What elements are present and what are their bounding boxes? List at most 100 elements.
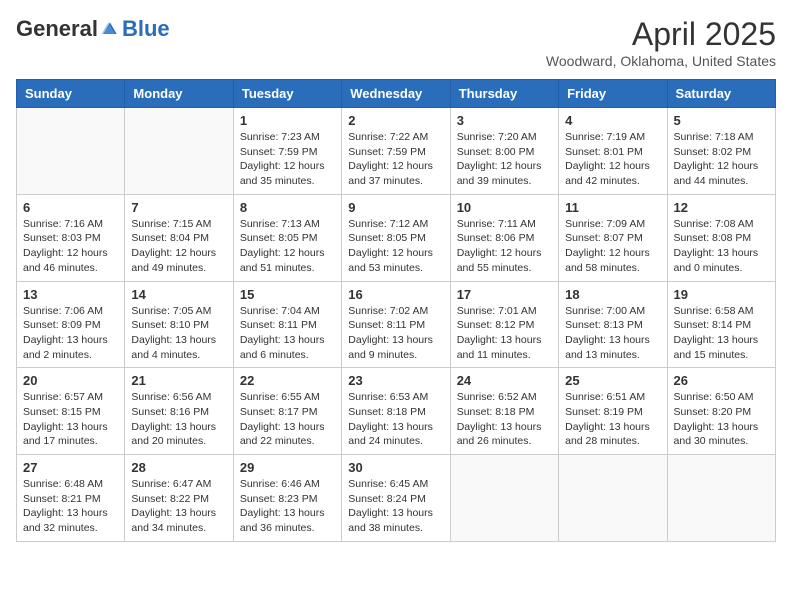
day-number: 18	[565, 287, 660, 302]
day-info: Sunrise: 7:00 AM Sunset: 8:13 PM Dayligh…	[565, 304, 660, 363]
col-header-tuesday: Tuesday	[233, 80, 341, 108]
calendar-cell: 8 Sunrise: 7:13 AM Sunset: 8:05 PM Daylig…	[233, 194, 341, 281]
calendar-cell: 25 Sunrise: 6:51 AM Sunset: 8:19 PM Dayli…	[559, 368, 667, 455]
calendar-week-row: 1 Sunrise: 7:23 AM Sunset: 7:59 PM Daylig…	[17, 108, 776, 195]
calendar-week-row: 27Sunrise: 6:48 AM Sunset: 8:21 PM Dayli…	[17, 455, 776, 542]
col-header-monday: Monday	[125, 80, 233, 108]
calendar-cell: 14Sunrise: 7:05 AM Sunset: 8:10 PM Dayli…	[125, 281, 233, 368]
day-info: Sunrise: 7:05 AM Sunset: 8:10 PM Dayligh…	[131, 304, 226, 363]
calendar: SundayMondayTuesdayWednesdayThursdayFrid…	[16, 79, 776, 542]
calendar-cell: 28Sunrise: 6:47 AM Sunset: 8:22 PM Dayli…	[125, 455, 233, 542]
day-info: Sunrise: 6:47 AM Sunset: 8:22 PM Dayligh…	[131, 477, 226, 536]
calendar-cell: 3 Sunrise: 7:20 AM Sunset: 8:00 PM Daylig…	[450, 108, 558, 195]
calendar-cell: 21 Sunrise: 6:56 AM Sunset: 8:16 PM Dayli…	[125, 368, 233, 455]
day-number: 16	[348, 287, 443, 302]
calendar-cell: 10 Sunrise: 7:11 AM Sunset: 8:06 PM Dayli…	[450, 194, 558, 281]
calendar-cell: 17Sunrise: 7:01 AM Sunset: 8:12 PM Dayli…	[450, 281, 558, 368]
day-number: 13	[23, 287, 118, 302]
day-info: Sunrise: 6:53 AM Sunset: 8:18 PM Dayligh…	[348, 390, 443, 449]
day-number: 20	[23, 373, 118, 388]
day-info: Sunrise: 6:55 AM Sunset: 8:17 PM Dayligh…	[240, 390, 335, 449]
col-header-friday: Friday	[559, 80, 667, 108]
calendar-header-row: SundayMondayTuesdayWednesdayThursdayFrid…	[17, 80, 776, 108]
calendar-cell: 27Sunrise: 6:48 AM Sunset: 8:21 PM Dayli…	[17, 455, 125, 542]
day-info: Sunrise: 6:56 AM Sunset: 8:16 PM Dayligh…	[131, 390, 226, 449]
calendar-week-row: 20 Sunrise: 6:57 AM Sunset: 8:15 PM Dayli…	[17, 368, 776, 455]
day-number: 7	[131, 200, 226, 215]
day-info: Sunrise: 7:16 AM Sunset: 8:03 PM Dayligh…	[23, 217, 118, 276]
logo-icon	[100, 19, 120, 39]
calendar-cell: 13 Sunrise: 7:06 AM Sunset: 8:09 PM Dayli…	[17, 281, 125, 368]
day-info: Sunrise: 6:57 AM Sunset: 8:15 PM Dayligh…	[23, 390, 118, 449]
day-info: Sunrise: 7:09 AM Sunset: 8:07 PM Dayligh…	[565, 217, 660, 276]
calendar-cell: 23Sunrise: 6:53 AM Sunset: 8:18 PM Dayli…	[342, 368, 450, 455]
calendar-cell	[667, 455, 775, 542]
calendar-cell: 7 Sunrise: 7:15 AM Sunset: 8:04 PM Daylig…	[125, 194, 233, 281]
logo-general-text: General	[16, 16, 98, 42]
day-number: 11	[565, 200, 660, 215]
day-info: Sunrise: 7:04 AM Sunset: 8:11 PM Dayligh…	[240, 304, 335, 363]
calendar-cell: 9 Sunrise: 7:12 AM Sunset: 8:05 PM Daylig…	[342, 194, 450, 281]
day-info: Sunrise: 6:58 AM Sunset: 8:14 PM Dayligh…	[674, 304, 769, 363]
calendar-cell	[125, 108, 233, 195]
calendar-cell: 22Sunrise: 6:55 AM Sunset: 8:17 PM Dayli…	[233, 368, 341, 455]
day-info: Sunrise: 6:50 AM Sunset: 8:20 PM Dayligh…	[674, 390, 769, 449]
day-info: Sunrise: 7:01 AM Sunset: 8:12 PM Dayligh…	[457, 304, 552, 363]
day-number: 9	[348, 200, 443, 215]
calendar-cell: 18 Sunrise: 7:00 AM Sunset: 8:13 PM Dayli…	[559, 281, 667, 368]
day-info: Sunrise: 6:46 AM Sunset: 8:23 PM Dayligh…	[240, 477, 335, 536]
day-number: 24	[457, 373, 552, 388]
calendar-cell: 1 Sunrise: 7:23 AM Sunset: 7:59 PM Daylig…	[233, 108, 341, 195]
day-number: 5	[674, 113, 769, 128]
day-info: Sunrise: 7:15 AM Sunset: 8:04 PM Dayligh…	[131, 217, 226, 276]
day-number: 21	[131, 373, 226, 388]
day-info: Sunrise: 7:23 AM Sunset: 7:59 PM Dayligh…	[240, 130, 335, 189]
title-area: April 2025 Woodward, Oklahoma, United St…	[546, 16, 776, 69]
calendar-cell: 26Sunrise: 6:50 AM Sunset: 8:20 PM Dayli…	[667, 368, 775, 455]
day-info: Sunrise: 6:52 AM Sunset: 8:18 PM Dayligh…	[457, 390, 552, 449]
day-info: Sunrise: 7:20 AM Sunset: 8:00 PM Dayligh…	[457, 130, 552, 189]
col-header-thursday: Thursday	[450, 80, 558, 108]
day-number: 3	[457, 113, 552, 128]
col-header-sunday: Sunday	[17, 80, 125, 108]
day-info: Sunrise: 6:51 AM Sunset: 8:19 PM Dayligh…	[565, 390, 660, 449]
calendar-cell: 19 Sunrise: 6:58 AM Sunset: 8:14 PM Dayli…	[667, 281, 775, 368]
day-number: 10	[457, 200, 552, 215]
day-number: 4	[565, 113, 660, 128]
calendar-cell: 4 Sunrise: 7:19 AM Sunset: 8:01 PM Daylig…	[559, 108, 667, 195]
logo-blue-text: Blue	[122, 16, 170, 42]
day-info: Sunrise: 7:19 AM Sunset: 8:01 PM Dayligh…	[565, 130, 660, 189]
calendar-cell: 20 Sunrise: 6:57 AM Sunset: 8:15 PM Dayli…	[17, 368, 125, 455]
calendar-week-row: 13 Sunrise: 7:06 AM Sunset: 8:09 PM Dayli…	[17, 281, 776, 368]
calendar-cell: 15 Sunrise: 7:04 AM Sunset: 8:11 PM Dayli…	[233, 281, 341, 368]
subtitle: Woodward, Oklahoma, United States	[546, 53, 776, 69]
day-number: 1	[240, 113, 335, 128]
day-number: 15	[240, 287, 335, 302]
calendar-cell: 2 Sunrise: 7:22 AM Sunset: 7:59 PM Daylig…	[342, 108, 450, 195]
day-info: Sunrise: 7:18 AM Sunset: 8:02 PM Dayligh…	[674, 130, 769, 189]
col-header-wednesday: Wednesday	[342, 80, 450, 108]
calendar-cell: 5 Sunrise: 7:18 AM Sunset: 8:02 PM Daylig…	[667, 108, 775, 195]
day-info: Sunrise: 7:22 AM Sunset: 7:59 PM Dayligh…	[348, 130, 443, 189]
day-info: Sunrise: 7:08 AM Sunset: 8:08 PM Dayligh…	[674, 217, 769, 276]
day-info: Sunrise: 7:12 AM Sunset: 8:05 PM Dayligh…	[348, 217, 443, 276]
month-title: April 2025	[546, 16, 776, 53]
day-number: 29	[240, 460, 335, 475]
day-number: 2	[348, 113, 443, 128]
calendar-cell: 6 Sunrise: 7:16 AM Sunset: 8:03 PM Daylig…	[17, 194, 125, 281]
day-number: 12	[674, 200, 769, 215]
header: General Blue April 2025 Woodward, Oklaho…	[16, 16, 776, 69]
calendar-cell	[17, 108, 125, 195]
day-info: Sunrise: 7:11 AM Sunset: 8:06 PM Dayligh…	[457, 217, 552, 276]
day-info: Sunrise: 7:13 AM Sunset: 8:05 PM Dayligh…	[240, 217, 335, 276]
day-info: Sunrise: 7:06 AM Sunset: 8:09 PM Dayligh…	[23, 304, 118, 363]
day-number: 19	[674, 287, 769, 302]
day-info: Sunrise: 6:48 AM Sunset: 8:21 PM Dayligh…	[23, 477, 118, 536]
calendar-cell	[450, 455, 558, 542]
calendar-cell: 29 Sunrise: 6:46 AM Sunset: 8:23 PM Dayli…	[233, 455, 341, 542]
col-header-saturday: Saturday	[667, 80, 775, 108]
day-number: 6	[23, 200, 118, 215]
calendar-cell: 24 Sunrise: 6:52 AM Sunset: 8:18 PM Dayli…	[450, 368, 558, 455]
day-number: 25	[565, 373, 660, 388]
day-number: 8	[240, 200, 335, 215]
